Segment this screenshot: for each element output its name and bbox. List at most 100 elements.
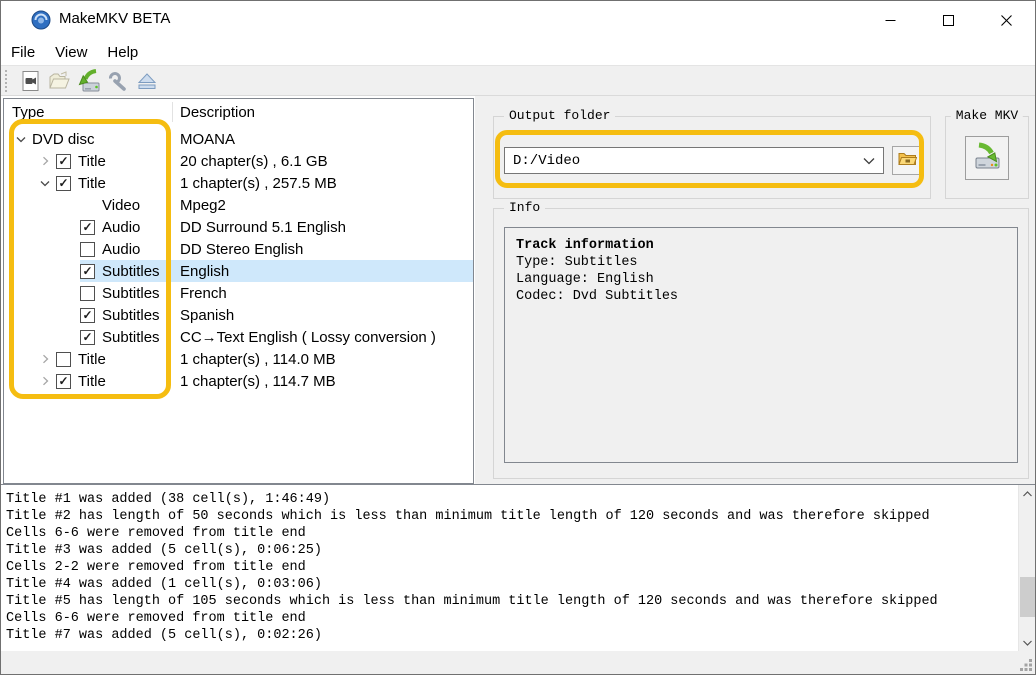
track-checkbox[interactable]	[80, 329, 95, 345]
tree-item-description: French	[180, 284, 227, 302]
tree-item-description: 1 chapter(s) , 114.0 MB	[180, 350, 336, 368]
tree-row[interactable]: Title 1 chapter(s) , 257.5 MB	[4, 172, 473, 194]
tree-row[interactable]: Subtitles CC→Text English ( Lossy convers…	[4, 326, 473, 348]
track-info-lines: Type: Subtitles Language: English Codec: D…	[516, 254, 1006, 305]
tree-row[interactable]: Subtitles French	[4, 282, 473, 304]
track-checkbox[interactable]	[80, 285, 95, 301]
track-checkbox[interactable]	[56, 153, 71, 169]
chevron-right-icon[interactable]	[34, 156, 56, 166]
tree-item-description: 1 chapter(s) , 114.7 MB	[180, 372, 336, 390]
chevron-right-icon[interactable]	[34, 354, 56, 364]
log-line: Cells 6-6 were removed from title end	[6, 526, 306, 541]
makemkv-logo-icon	[31, 10, 51, 30]
track-checkbox[interactable]	[56, 351, 71, 367]
tree-row[interactable]: Video Mpeg2	[4, 194, 473, 216]
log-messages: Cells 11-11 were removed from title endT…	[1, 485, 1017, 651]
make-mkv-button[interactable]	[965, 136, 1009, 180]
track-checkbox[interactable]	[80, 263, 95, 279]
scroll-up-icon[interactable]	[1019, 485, 1035, 502]
track-checkbox[interactable]	[56, 175, 71, 191]
tree-item-description: Mpeg2	[180, 196, 226, 214]
log-line: Title #4 was added (1 cell(s), 0:03:06)	[6, 577, 322, 592]
log-line: Title #7 was added (5 cell(s), 0:02:26)	[6, 628, 322, 643]
scroll-down-icon[interactable]	[1019, 634, 1035, 651]
log-line: Title #5 has length of 105 seconds which…	[6, 594, 938, 609]
log-line: Title #3 was added (5 cell(s), 0:06:25)	[6, 543, 322, 558]
eject-icon[interactable]	[132, 67, 161, 95]
make-mkv-label: Make MKV	[950, 108, 1024, 123]
status-bar	[1, 651, 1035, 674]
log-panel: Cells 11-11 were removed from title endT…	[1, 484, 1035, 652]
window-controls	[861, 1, 1035, 39]
chevron-down-icon[interactable]	[10, 135, 32, 144]
menu-help[interactable]: Help	[107, 44, 138, 61]
tree-item-description: Spanish	[180, 306, 235, 324]
tree-item-label: Subtitles	[102, 306, 160, 324]
tree-item-description: DD Surround 5.1 English	[180, 218, 346, 236]
tree-body: DVD disc MOANA Title 20 chapter(s) , 6.1 GB…	[4, 125, 473, 392]
open-folder-icon[interactable]	[45, 67, 74, 95]
column-header-description[interactable]: Description	[176, 104, 255, 121]
tree-row[interactable]: Audio DD Stereo English	[4, 238, 473, 260]
log-scrollbar[interactable]	[1018, 485, 1035, 651]
column-header-type[interactable]: Type	[4, 104, 176, 121]
tree-item-label: Video	[102, 196, 141, 214]
tree-item-description: English	[180, 262, 230, 280]
tree-column-header: Type Description	[4, 99, 473, 125]
browse-folder-button[interactable]	[892, 146, 922, 175]
tree-item-label: Subtitles	[102, 262, 160, 280]
combo-dropdown-icon[interactable]	[855, 148, 883, 173]
track-checkbox[interactable]	[80, 241, 95, 257]
tree-item-description: DD Stereo English	[180, 240, 304, 258]
track-info-panel: Track information Type: Subtitles Languag…	[504, 227, 1018, 463]
chevron-down-icon[interactable]	[34, 179, 56, 188]
settings-wrench-icon[interactable]	[103, 67, 132, 95]
menu-view[interactable]: View	[55, 44, 87, 61]
track-info-heading: Track information	[516, 238, 654, 253]
maximize-button[interactable]	[919, 1, 977, 39]
tree-row[interactable]: Subtitles Spanish	[4, 304, 473, 326]
output-folder-group: Output folder D:/Video	[493, 108, 931, 199]
tree-item-label: Audio	[102, 240, 141, 258]
tree-item-description: CC→Text English ( Lossy conversion )	[180, 328, 436, 346]
right-panel: Output folder D:/Video Make MKV Info Tra…	[475, 96, 1035, 484]
chevron-right-icon[interactable]	[34, 376, 56, 386]
folder-icon	[897, 151, 917, 171]
menu-file[interactable]: File	[11, 44, 35, 61]
tree-item-label: Title	[78, 350, 106, 368]
video-file-icon[interactable]	[16, 67, 45, 95]
minimize-button[interactable]	[861, 1, 919, 39]
info-line: Type: Subtitles	[516, 255, 638, 270]
tree-item-label: Subtitles	[102, 284, 160, 302]
menu-bar: File View Help	[1, 39, 1035, 65]
output-folder-label: Output folder	[504, 108, 616, 123]
tree-item-label: Audio	[102, 218, 141, 236]
window-title: MakeMKV BETA	[59, 10, 171, 27]
log-line: Title #2 has length of 50 seconds which …	[6, 509, 930, 524]
save-mkv-drive-icon	[972, 141, 1002, 176]
output-folder-combobox[interactable]: D:/Video	[504, 147, 884, 174]
tree-item-description: MOANA	[180, 130, 236, 148]
tree-item-description: 20 chapter(s) , 6.1 GB	[180, 152, 328, 170]
tree-item-label: Title	[78, 152, 106, 170]
tree-row[interactable]: Title 20 chapter(s) , 6.1 GB	[4, 150, 473, 172]
track-checkbox[interactable]	[80, 219, 95, 235]
track-checkbox[interactable]	[80, 307, 95, 323]
tree-row[interactable]: Title 1 chapter(s) , 114.0 MB	[4, 348, 473, 370]
tree-item-label: Title	[78, 174, 106, 192]
info-label: Info	[504, 200, 546, 215]
scrollbar-thumb[interactable]	[1020, 577, 1035, 617]
info-line: Language: English	[516, 272, 654, 287]
tree-row[interactable]: Title 1 chapter(s) , 114.7 MB	[4, 370, 473, 392]
save-mkv-icon[interactable]	[74, 67, 103, 95]
resize-grip-icon[interactable]	[1020, 659, 1032, 671]
tree-item-description: 1 chapter(s) , 257.5 MB	[180, 174, 337, 192]
close-button[interactable]	[977, 1, 1035, 39]
track-checkbox[interactable]	[56, 373, 71, 389]
titles-tree-panel: Type Description DVD disc MOANA Title 20 ch…	[3, 98, 474, 484]
make-mkv-group: Make MKV	[945, 108, 1029, 199]
tree-row[interactable]: Subtitles English	[4, 260, 473, 282]
tree-row[interactable]: DVD disc MOANA	[4, 128, 473, 150]
output-folder-value: D:/Video	[513, 152, 581, 169]
tree-row[interactable]: Audio DD Surround 5.1 English	[4, 216, 473, 238]
